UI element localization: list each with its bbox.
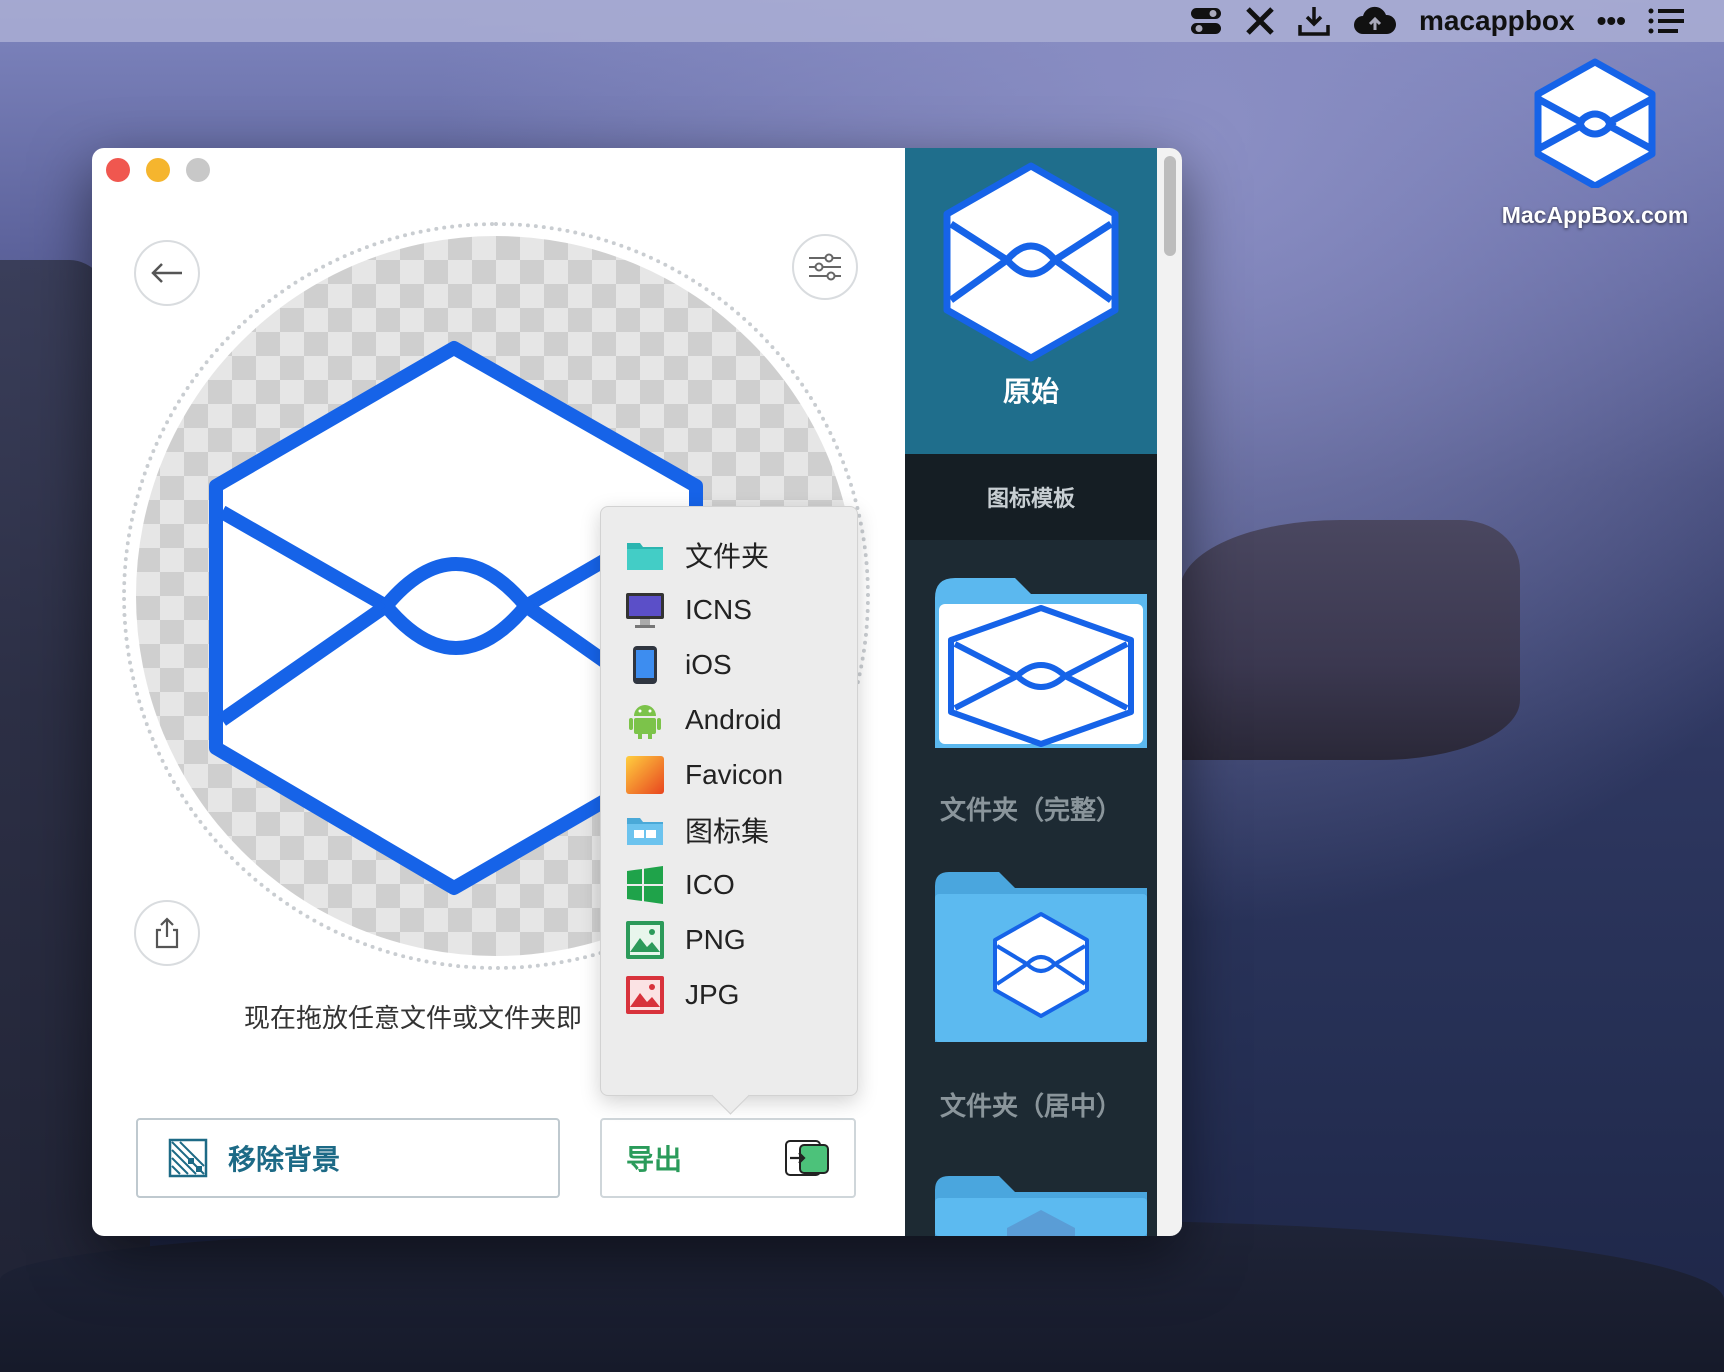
export-item-jpg[interactable]: JPG [625, 971, 739, 1019]
export-item-label: Android [685, 704, 782, 735]
scrollbar-thumb[interactable] [1164, 156, 1176, 256]
template-folder-partial[interactable] [935, 1176, 1147, 1236]
menubar-username[interactable]: macappbox [1419, 5, 1575, 37]
original-label: 原始 [1002, 376, 1059, 407]
desktop-icon-label[interactable]: MacAppBox.com [1470, 202, 1720, 229]
folder-teal-icon [625, 535, 665, 575]
png-image-icon [625, 920, 665, 960]
share-button[interactable] [134, 900, 200, 966]
template-folder-full[interactable] [935, 578, 1147, 753]
sidebar-scrollbar[interactable] [1157, 148, 1182, 1236]
template-folder-centered[interactable] [935, 872, 1147, 1047]
app-window: 现在拖放任意文件或文件夹即 移除背景 导出 文件夹 ICNS iOS Andro… [92, 148, 1182, 1236]
window-controls [106, 158, 210, 182]
templates-label: 图标模板 [986, 486, 1075, 511]
control-center-icon[interactable] [1189, 6, 1223, 36]
desktop-app-icon[interactable] [1530, 58, 1660, 190]
export-item-label: 文件夹 [685, 541, 770, 572]
export-label: 导出 [626, 1144, 683, 1175]
export-item-iconset[interactable]: 图标集 [625, 806, 769, 854]
windows-icon [625, 865, 665, 905]
template-original[interactable]: 原始 [905, 148, 1157, 454]
export-item-label: JPG [685, 979, 740, 1010]
settings-button[interactable] [792, 234, 858, 300]
template-label: 文件夹（居中） [939, 1091, 1122, 1121]
sliders-icon [809, 253, 841, 281]
export-item-label: ICNS [685, 594, 752, 625]
folder-centered-thumb-icon [935, 872, 1147, 1042]
export-item-label: 图标集 [685, 816, 770, 847]
original-thumb-icon [943, 162, 1119, 362]
export-item-android[interactable]: Android [625, 696, 782, 744]
share-icon [155, 917, 179, 949]
monitor-icon [625, 590, 665, 630]
templates-header: 图标模板 [905, 454, 1157, 540]
phone-icon [625, 645, 665, 685]
remove-background-label: 移除背景 [228, 1144, 341, 1175]
x-icon[interactable] [1245, 6, 1275, 36]
export-button[interactable]: 导出 [600, 1118, 856, 1198]
export-item-favicon[interactable]: Favicon [625, 751, 783, 799]
export-item-folder[interactable]: 文件夹 [625, 531, 769, 579]
template-label: 文件夹（完整） [939, 795, 1122, 825]
remove-background-button[interactable]: 移除背景 [136, 1118, 560, 1198]
export-menu: 文件夹 ICNS iOS Android Favicon 图标集 ICO PNG… [600, 506, 858, 1096]
export-item-label: iOS [685, 649, 732, 680]
list-icon[interactable] [1648, 8, 1684, 34]
background-rocks [0, 1220, 1724, 1372]
jpg-image-icon [625, 975, 665, 1015]
arrow-left-icon [151, 263, 182, 283]
close-button[interactable] [106, 158, 130, 182]
export-item-png[interactable]: PNG [625, 916, 746, 964]
folder-full-thumb-icon [935, 578, 1147, 748]
export-item-ios[interactable]: iOS [625, 641, 732, 689]
favicon-icon [625, 755, 665, 795]
export-item-ico[interactable]: ICO [625, 861, 735, 909]
template-sidebar: 原始 图标模板 文件夹（完整） 文件夹（居中） [905, 148, 1182, 1236]
android-icon [625, 700, 665, 740]
folder-partial-thumb-icon [935, 1176, 1147, 1236]
more-icon[interactable]: ••• [1597, 5, 1626, 37]
cloud-icon[interactable] [1353, 6, 1397, 36]
checker-icon [168, 1138, 208, 1178]
export-item-label: ICO [685, 869, 735, 900]
minimize-button[interactable] [146, 158, 170, 182]
background-cliff-right [1180, 520, 1520, 760]
iconset-folder-icon [625, 810, 665, 850]
back-button[interactable] [134, 240, 200, 306]
download-tray-icon[interactable] [1297, 5, 1331, 37]
menu-bar: macappbox ••• [0, 0, 1724, 42]
export-item-label: Favicon [685, 759, 784, 790]
export-item-icns[interactable]: ICNS [625, 586, 752, 634]
export-icon [785, 1140, 829, 1176]
drop-hint-text: 现在拖放任意文件或文件夹即 [244, 1003, 583, 1033]
zoom-button[interactable] [186, 158, 210, 182]
export-item-label: PNG [685, 924, 746, 955]
